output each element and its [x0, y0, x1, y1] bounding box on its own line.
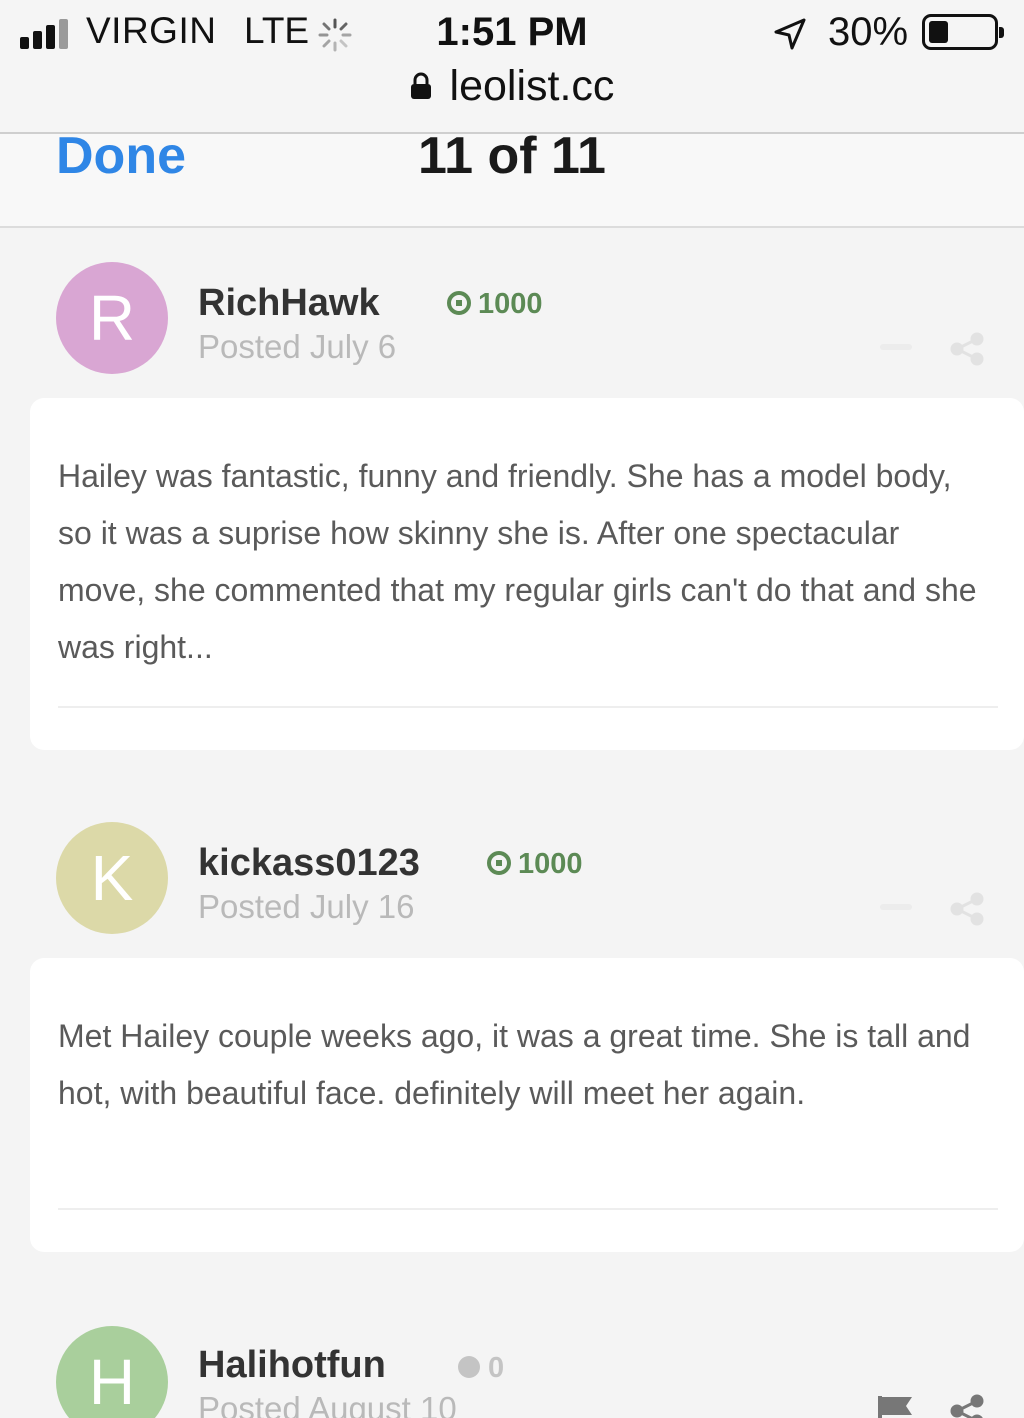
- divider: [58, 706, 998, 708]
- share-icon[interactable]: [950, 1394, 984, 1418]
- flag-icon[interactable]: [876, 1394, 914, 1418]
- review-body: Met Hailey couple weeks ago, it was a gr…: [30, 958, 1024, 1252]
- reputation-count: 1000: [518, 848, 583, 880]
- review-header: H Halihotfun 0 Posted August 10: [0, 1322, 1024, 1418]
- share-icon[interactable]: [950, 892, 984, 926]
- reputation-badge: 1000: [486, 848, 583, 881]
- reputation-count: 1000: [478, 288, 543, 320]
- battery-icon: [922, 14, 1004, 50]
- battery-percentage: 30%: [828, 10, 909, 54]
- review-body: Hailey was fantastic, funny and friendly…: [30, 398, 1024, 750]
- lock-icon: [410, 72, 432, 99]
- posted-date: Posted July 6: [198, 328, 397, 365]
- reputation-count: 0: [488, 1352, 505, 1384]
- avatar[interactable]: K: [56, 822, 168, 934]
- posted-date: Posted August 10: [198, 1390, 457, 1418]
- neutral-circle-icon: [458, 1355, 480, 1378]
- review-header: K kickass0123 1000 Posted July 16: [0, 820, 1024, 960]
- divider: [58, 1208, 998, 1210]
- hide-icon[interactable]: [880, 344, 912, 350]
- page-counter: 11 of 11: [418, 127, 606, 185]
- url-text: leolist.cc: [449, 62, 615, 110]
- avatar[interactable]: H: [56, 1326, 168, 1418]
- plus-circle-icon: [447, 290, 471, 315]
- review-text: Met Hailey couple weeks ago, it was a gr…: [58, 1018, 971, 1111]
- plus-circle-icon: [487, 850, 511, 875]
- ios-status-bar: VIRGIN LTE 1:51 PM 30% leolist.cc: [0, 0, 1024, 134]
- author-name[interactable]: Halihotfun: [198, 1344, 386, 1387]
- posted-date: Posted July 16: [198, 888, 415, 925]
- location-arrow-icon: [774, 18, 806, 50]
- author-name[interactable]: RichHawk: [198, 282, 380, 325]
- reputation-badge: 1000: [446, 288, 543, 321]
- viewer-header: Done 11 of 11: [0, 127, 1024, 228]
- review-text: Hailey was fantastic, funny and friendly…: [58, 458, 977, 665]
- reputation-badge: 0: [456, 1352, 504, 1385]
- hide-icon[interactable]: [880, 904, 912, 910]
- address-bar[interactable]: leolist.cc: [0, 62, 1024, 111]
- review-header: R RichHawk 1000 Posted July 6: [0, 260, 1024, 400]
- author-name[interactable]: kickass0123: [198, 842, 420, 885]
- share-icon[interactable]: [950, 332, 984, 366]
- avatar[interactable]: R: [56, 262, 168, 374]
